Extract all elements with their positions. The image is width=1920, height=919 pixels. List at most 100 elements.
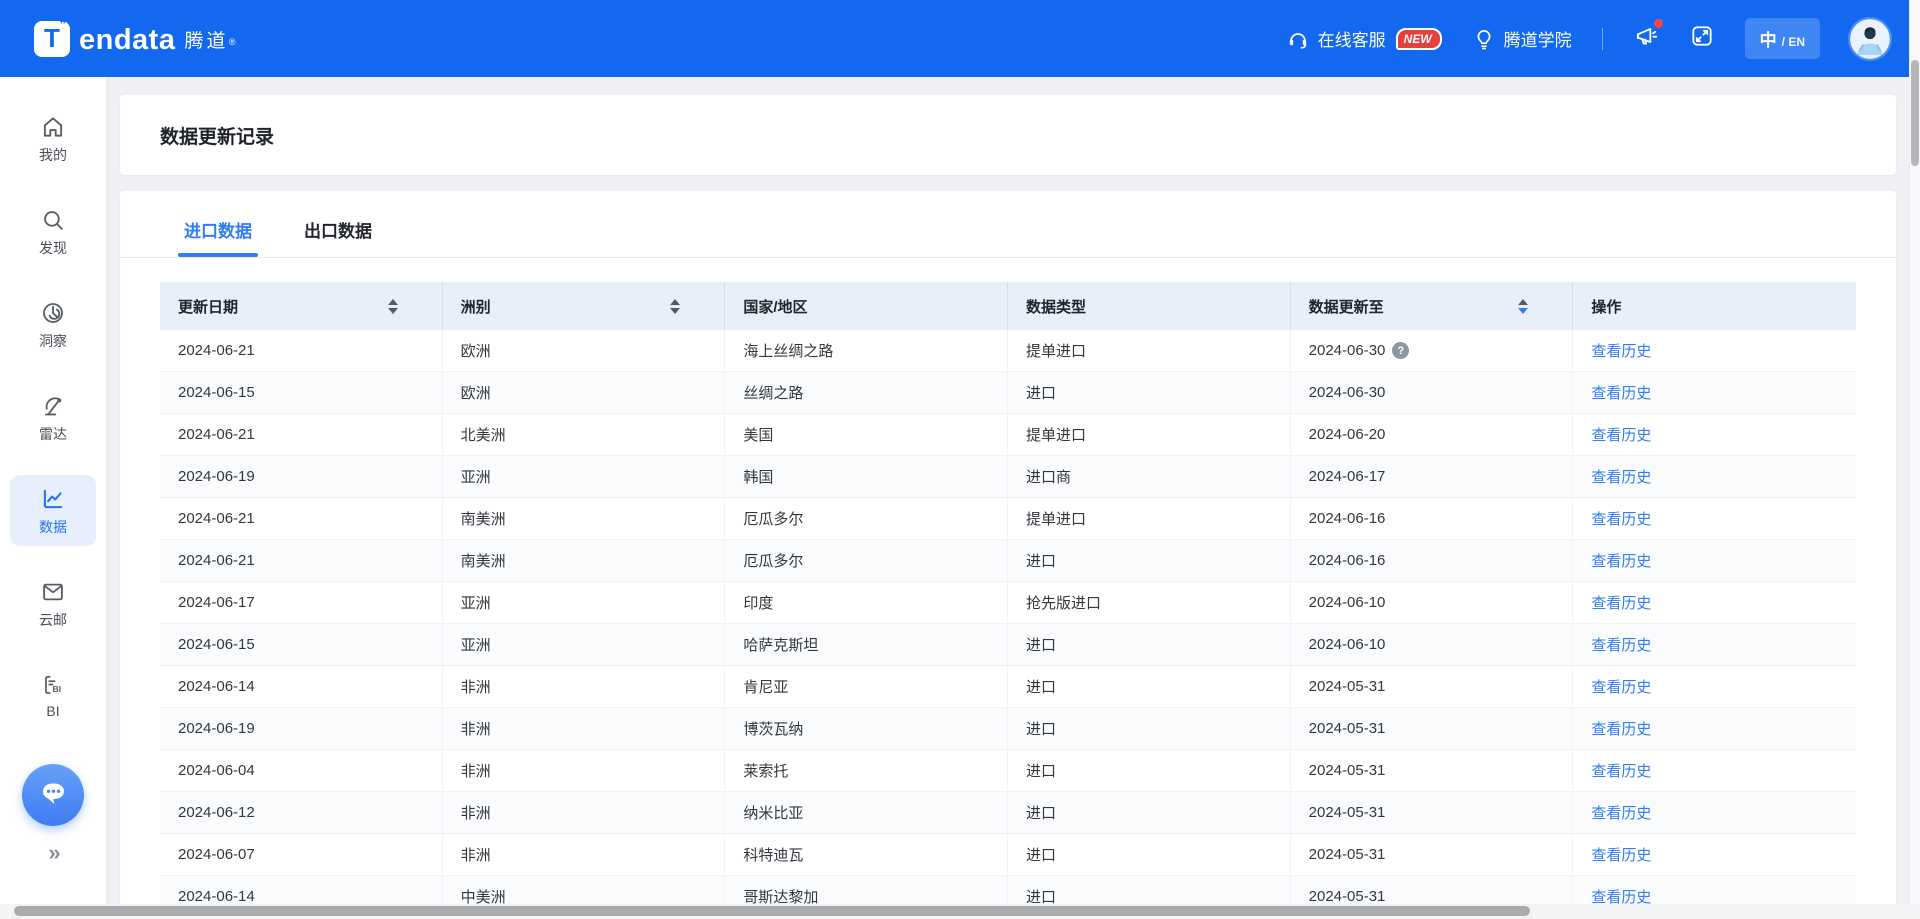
sidebar-item-radar[interactable]: 雷达 xyxy=(10,382,96,453)
sort-control[interactable] xyxy=(670,299,680,314)
sidebar-item-data[interactable]: 数据 xyxy=(10,475,96,546)
column-header-continent[interactable]: 洲别 xyxy=(443,282,726,330)
cell-actions: 查看历史 xyxy=(1573,666,1856,707)
cell-continent: 欧洲 xyxy=(443,330,726,371)
cell-updated-to: 2024-06-17 xyxy=(1291,456,1574,497)
mail-icon xyxy=(40,579,66,605)
view-history-link[interactable]: 查看历史 xyxy=(1591,802,1651,823)
cell-updated-to: 2024-05-31 xyxy=(1291,834,1574,875)
cell-updated-to: 2024-06-20 xyxy=(1291,414,1574,455)
column-header-actions: 操作 xyxy=(1573,282,1856,330)
chat-fab-button[interactable] xyxy=(22,764,84,826)
cell-country: 博茨瓦纳 xyxy=(725,708,1008,749)
cell-country: 美国 xyxy=(725,414,1008,455)
tab-export-data[interactable]: 出口数据 xyxy=(304,217,372,257)
cell-updated-to: 2024-06-30 xyxy=(1291,372,1574,413)
lang-zh: 中 xyxy=(1760,26,1777,51)
data-table-card: 进口数据 出口数据 更新日期 洲别 xyxy=(120,191,1896,919)
sort-control[interactable] xyxy=(388,299,398,314)
view-history-link[interactable]: 查看历史 xyxy=(1591,340,1651,361)
cell-actions: 查看历史 xyxy=(1573,624,1856,665)
view-history-link[interactable]: 查看历史 xyxy=(1591,844,1651,865)
table-row: 2024-06-17 亚洲 印度 抢先版进口 2024-06-10 查看历史 xyxy=(160,582,1856,624)
cell-actions: 查看历史 xyxy=(1573,372,1856,413)
logo-initial: T xyxy=(44,23,60,54)
help-icon[interactable]: ? xyxy=(1392,342,1409,359)
view-history-link[interactable]: 查看历史 xyxy=(1591,676,1651,697)
vertical-scrollbar-thumb[interactable] xyxy=(1911,60,1919,166)
lightbulb-icon xyxy=(1472,27,1496,51)
headset-icon xyxy=(1286,27,1310,51)
announcements-button[interactable] xyxy=(1633,23,1659,54)
view-history-link[interactable]: 查看历史 xyxy=(1591,424,1651,445)
sort-desc-icon xyxy=(388,308,398,314)
cell-update-date: 2024-06-15 xyxy=(160,372,443,413)
cell-update-date: 2024-06-15 xyxy=(160,624,443,665)
cell-country: 纳米比亚 xyxy=(725,792,1008,833)
page-header-card: 数据更新记录 xyxy=(120,95,1896,175)
cell-updated-to: 2024-06-16 xyxy=(1291,498,1574,539)
table-row: 2024-06-21 欧洲 海上丝绸之路 提单进口 2024-06-30 ? 查… xyxy=(160,330,1856,372)
sidebar-item-insight[interactable]: 洞察 xyxy=(10,289,96,360)
table-row: 2024-06-21 南美洲 厄瓜多尔 提单进口 2024-06-16 查看历史 xyxy=(160,498,1856,540)
sidebar-item-cloudmail[interactable]: 云邮 xyxy=(10,568,96,639)
cell-country: 哈萨克斯坦 xyxy=(725,624,1008,665)
cell-actions: 查看历史 xyxy=(1573,540,1856,581)
cell-continent: 北美洲 xyxy=(443,414,726,455)
column-header-updated-to[interactable]: 数据更新至 xyxy=(1291,282,1574,330)
table-row: 2024-06-14 非洲 肯尼亚 进口 2024-05-31 查看历史 xyxy=(160,666,1856,708)
column-header-country: 国家/地区 xyxy=(725,282,1008,330)
cell-data-type: 进口 xyxy=(1008,834,1291,875)
language-toggle[interactable]: 中 / EN xyxy=(1745,18,1820,59)
data-chart-icon xyxy=(40,486,66,512)
svg-text:BI: BI xyxy=(52,684,61,694)
insight-icon xyxy=(40,300,66,326)
fullscreen-button[interactable] xyxy=(1689,23,1715,54)
table-row: 2024-06-21 南美洲 厄瓜多尔 进口 2024-06-16 查看历史 xyxy=(160,540,1856,582)
cell-country: 丝绸之路 xyxy=(725,372,1008,413)
top-nav: 在线客服 NEW 腾道学院 xyxy=(1286,18,1890,59)
sidebar-expand-button[interactable]: » xyxy=(48,840,57,866)
update-records-table: 更新日期 洲别 国家/地区 xyxy=(160,282,1856,918)
logo-text: endata xyxy=(79,23,175,57)
view-history-link[interactable]: 查看历史 xyxy=(1591,550,1651,571)
sidebar-item-mine[interactable]: 我的 xyxy=(10,103,96,174)
cell-update-date: 2024-06-04 xyxy=(160,750,443,791)
academy-button[interactable]: 腾道学院 xyxy=(1472,26,1572,51)
chat-bubble-icon xyxy=(35,775,71,816)
logo[interactable]: T endata 腾道® xyxy=(34,21,239,57)
sidebar-item-discover[interactable]: 发现 xyxy=(10,196,96,267)
cell-continent: 南美洲 xyxy=(443,498,726,539)
view-history-link[interactable]: 查看历史 xyxy=(1591,466,1651,487)
view-history-link[interactable]: 查看历史 xyxy=(1591,508,1651,529)
cell-country: 印度 xyxy=(725,582,1008,623)
search-icon xyxy=(40,207,66,233)
tab-import-data[interactable]: 进口数据 xyxy=(184,217,252,257)
online-support-button[interactable]: 在线客服 NEW xyxy=(1286,26,1442,51)
view-history-link[interactable]: 查看历史 xyxy=(1591,634,1651,655)
sort-desc-icon xyxy=(670,308,680,314)
sort-control[interactable] xyxy=(1518,299,1528,314)
avatar[interactable] xyxy=(1850,19,1890,59)
table-row: 2024-06-15 亚洲 哈萨克斯坦 进口 2024-06-10 查看历史 xyxy=(160,624,1856,666)
cell-data-type: 提单进口 xyxy=(1008,330,1291,371)
column-header-update-date[interactable]: 更新日期 xyxy=(160,282,443,330)
cell-actions: 查看历史 xyxy=(1573,708,1856,749)
sort-asc-icon xyxy=(388,299,398,305)
horizontal-scrollbar-thumb[interactable] xyxy=(14,906,1530,916)
view-history-link[interactable]: 查看历史 xyxy=(1591,718,1651,739)
table-row: 2024-06-15 欧洲 丝绸之路 进口 2024-06-30 查看历史 xyxy=(160,372,1856,414)
table-body: 2024-06-21 欧洲 海上丝绸之路 提单进口 2024-06-30 ? 查… xyxy=(160,330,1856,918)
view-history-link[interactable]: 查看历史 xyxy=(1591,592,1651,613)
sidebar-item-bi[interactable]: BI BI xyxy=(10,661,96,728)
cell-continent: 非洲 xyxy=(443,750,726,791)
cell-continent: 非洲 xyxy=(443,834,726,875)
cell-country: 海上丝绸之路 xyxy=(725,330,1008,371)
view-history-link[interactable]: 查看历史 xyxy=(1591,760,1651,781)
cell-update-date: 2024-06-17 xyxy=(160,582,443,623)
sidebar: 我的 发现 洞察 xyxy=(0,77,106,919)
cell-data-type: 进口 xyxy=(1008,666,1291,707)
radar-icon xyxy=(40,393,66,419)
cell-actions: 查看历史 xyxy=(1573,792,1856,833)
view-history-link[interactable]: 查看历史 xyxy=(1591,382,1651,403)
